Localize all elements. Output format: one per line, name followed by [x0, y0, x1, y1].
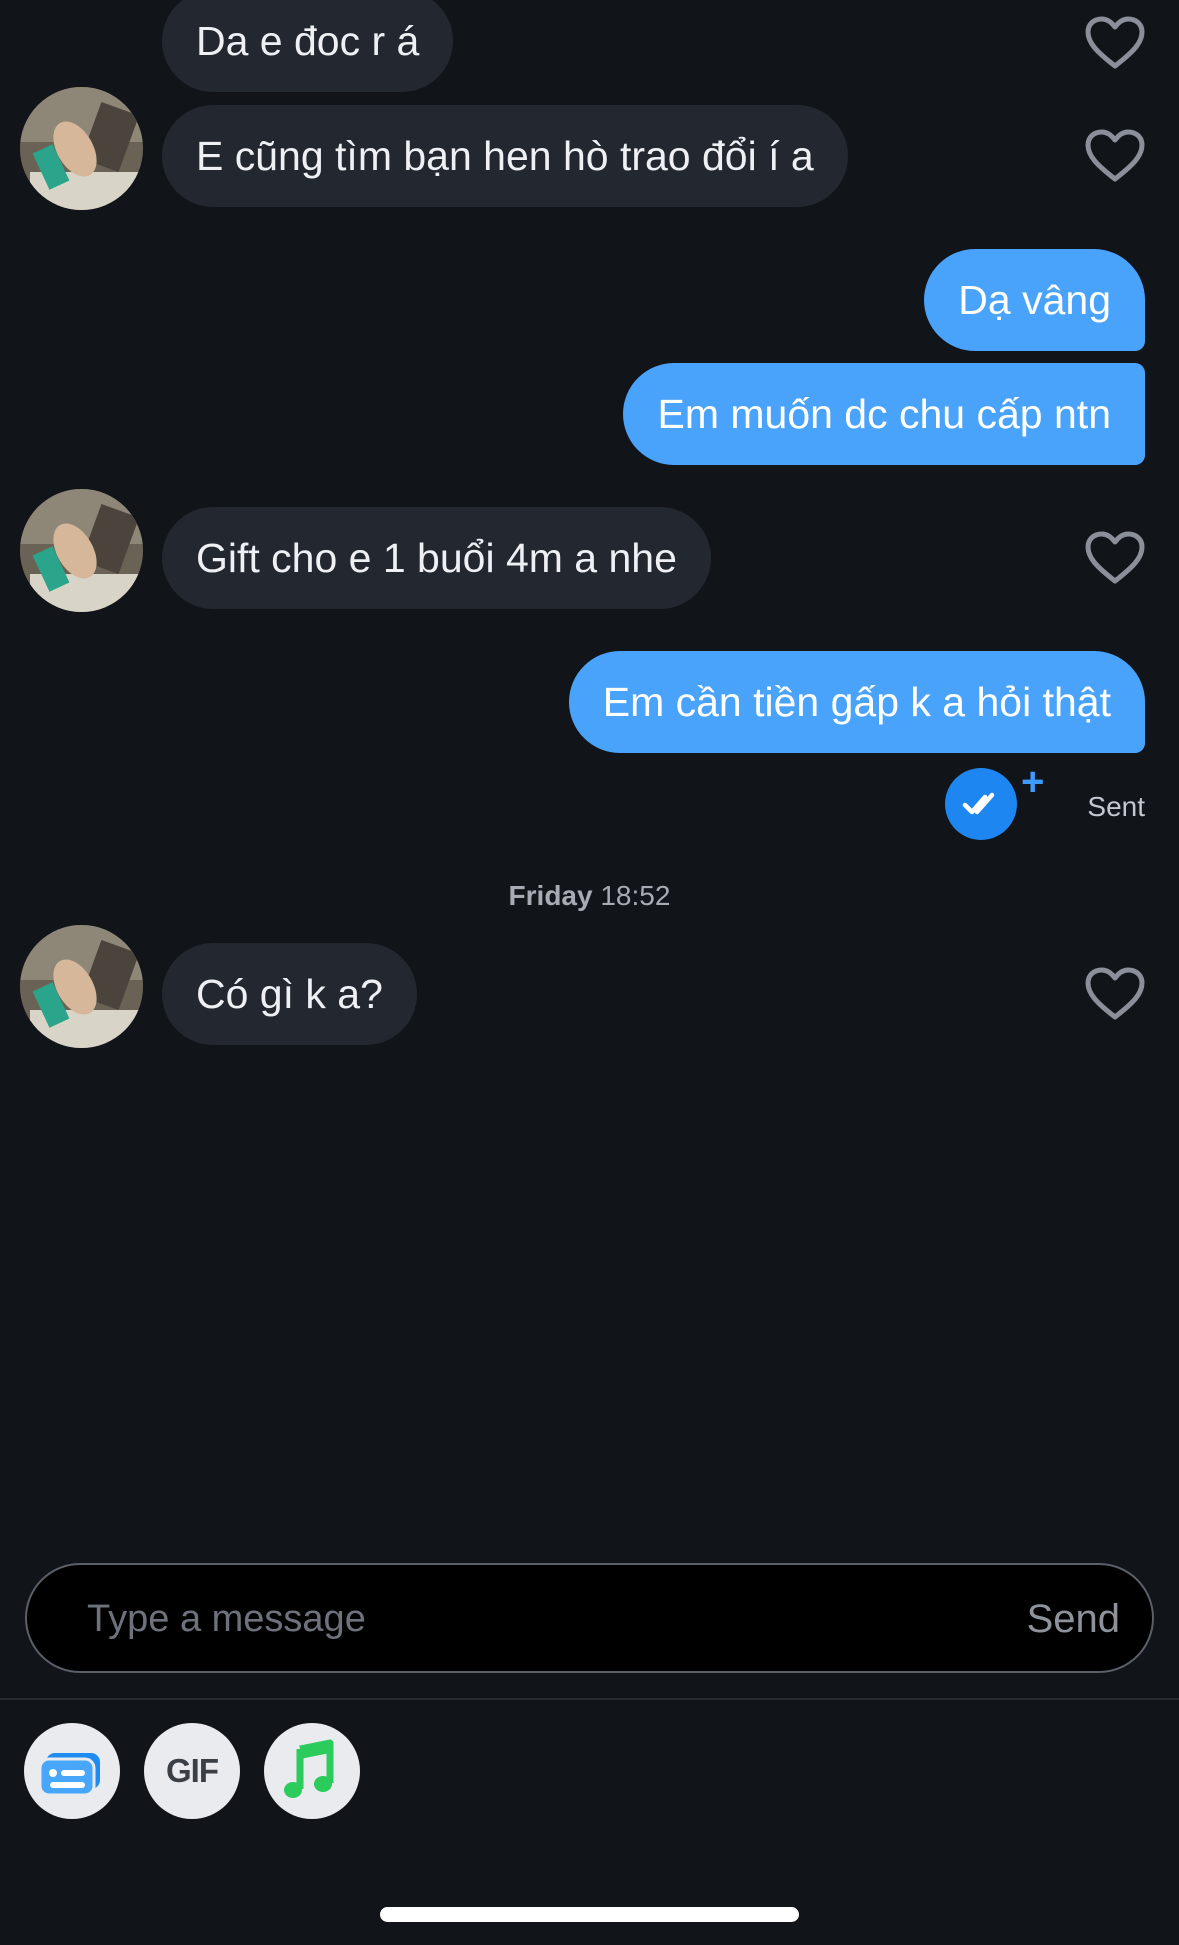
toolbar-divider — [0, 1698, 1179, 1700]
delivery-status: + Sent — [945, 762, 1145, 840]
contact-avatar[interactable] — [20, 925, 143, 1048]
double-check-icon — [945, 768, 1017, 840]
gif-label: GIF — [166, 1752, 219, 1789]
message-bubble-incoming[interactable]: Gift cho e 1 buổi 4m a nhe — [162, 507, 711, 609]
message-bubble-incoming[interactable]: E cũng tìm bạn hen hò trao đổi í a — [162, 105, 848, 207]
send-button[interactable]: Send — [1027, 1597, 1120, 1641]
home-indicator[interactable] — [380, 1907, 799, 1922]
message-bubble-outgoing[interactable]: Dạ vâng — [924, 249, 1145, 351]
heart-outline-icon[interactable] — [1085, 16, 1145, 70]
message-bubble-incoming[interactable]: Da e đoc r á — [162, 0, 454, 92]
id-card-icon — [38, 1753, 100, 1797]
gif-button[interactable]: GIF — [144, 1723, 240, 1819]
music-button[interactable] — [264, 1723, 360, 1819]
heart-outline-icon[interactable] — [1085, 129, 1145, 183]
music-note-icon — [284, 1739, 334, 1798]
timestamp-day: Friday — [508, 880, 593, 911]
contact-avatar[interactable] — [20, 489, 143, 612]
message-composer: Send — [25, 1563, 1154, 1673]
message-input[interactable] — [85, 1583, 909, 1655]
sent-status-label: Sent — [1087, 791, 1145, 822]
timestamp-time: 18:52 — [600, 880, 671, 911]
heart-outline-icon[interactable] — [1085, 967, 1145, 1021]
plus-icon[interactable]: + — [1021, 762, 1044, 802]
message-bubble-outgoing[interactable]: Em muốn dc chu cấp ntn — [623, 363, 1145, 465]
contact-avatar[interactable] — [20, 87, 143, 210]
message-bubble-outgoing[interactable]: Em cần tiền gấp k a hỏi thật — [568, 651, 1145, 753]
message-timestamp: Friday 18:52 — [0, 880, 1179, 912]
message-bubble-incoming[interactable]: Có gì k a? — [162, 943, 417, 1045]
card-button[interactable] — [24, 1723, 120, 1819]
heart-outline-icon[interactable] — [1085, 531, 1145, 585]
